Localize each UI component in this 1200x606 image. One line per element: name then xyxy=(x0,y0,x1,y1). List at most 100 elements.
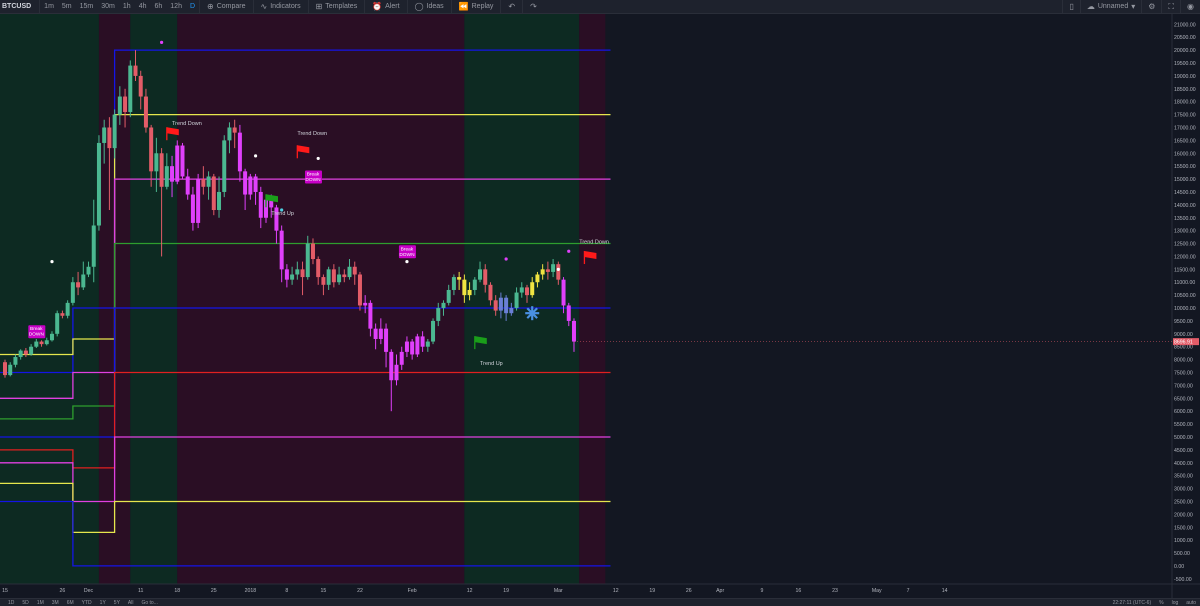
interval-5m[interactable]: 5m xyxy=(58,3,76,10)
templates-button[interactable]: ⊞ Templates xyxy=(307,0,365,13)
candle-body xyxy=(164,166,169,187)
candle-body xyxy=(509,308,514,314)
undo-button[interactable]: ↶ xyxy=(500,0,522,13)
signal-dot xyxy=(316,156,320,161)
gear-icon: ⚙ xyxy=(1148,2,1156,11)
candle-body xyxy=(248,176,253,195)
price-tick-label: 5500.00 xyxy=(1174,422,1193,428)
price-tick-label: 4000.00 xyxy=(1174,461,1193,467)
candle-body xyxy=(399,351,404,365)
interval-15m[interactable]: 15m xyxy=(76,3,98,10)
candle xyxy=(415,333,420,358)
trend-label: Trend Up xyxy=(480,361,503,367)
candle-body xyxy=(446,289,451,303)
candle-body xyxy=(190,194,195,223)
price-tick-label: 9500.00 xyxy=(1174,319,1193,325)
time-tick-label: Dec xyxy=(84,588,94,594)
replay-label: Replay xyxy=(471,3,494,10)
interval-d[interactable]: D xyxy=(186,3,199,10)
interval-1h[interactable]: 1h xyxy=(119,3,135,10)
time-tick-label: 26 xyxy=(686,588,692,594)
candle-body xyxy=(566,305,571,321)
indicators-button[interactable]: ∿ Indicators xyxy=(252,0,308,13)
interval-12h[interactable]: 12h xyxy=(166,3,186,10)
candle-body xyxy=(185,176,190,195)
settings-button[interactable]: ⚙ xyxy=(1141,0,1161,13)
ideas-button[interactable]: ◯ Ideas xyxy=(406,0,451,13)
interval-6h[interactable]: 6h xyxy=(150,3,166,10)
candle-body xyxy=(300,269,305,278)
cloud-icon: ☁ xyxy=(1086,2,1095,11)
background-band-pink xyxy=(579,14,606,584)
time-tick-label: May xyxy=(872,588,882,594)
candle-body xyxy=(49,333,54,341)
redo-button[interactable]: ↷ xyxy=(522,0,544,13)
candle-body xyxy=(222,140,227,192)
interval-selector: 1m 5m 15m 30m 1h 4h 6h 12h D xyxy=(40,0,199,13)
candle xyxy=(357,271,362,311)
camera-icon: ◉ xyxy=(1187,2,1194,11)
time-tick-label: 23 xyxy=(832,588,838,594)
candle-body xyxy=(540,269,545,275)
time-tick-label: 15 xyxy=(2,588,8,594)
candle-body xyxy=(290,274,295,280)
candle-body xyxy=(498,297,503,311)
time-tick-label: 19 xyxy=(649,588,655,594)
candle-body xyxy=(65,302,70,316)
time-tick-label: 18 xyxy=(174,588,180,594)
time-tick-label: 2018 xyxy=(245,588,257,594)
candle-body xyxy=(519,287,524,293)
candle-body xyxy=(170,166,175,182)
candle-body xyxy=(13,357,18,365)
candle-body xyxy=(347,266,352,278)
price-tick-label: 21000.00 xyxy=(1174,22,1196,28)
time-tick-label: Feb xyxy=(408,588,417,594)
top-toolbar: BTCUSD 1m 5m 15m 30m 1h 4h 6h 12h D ⊕ Compare ∿ In… xyxy=(0,0,1200,14)
candle-body xyxy=(201,179,206,187)
candle-body xyxy=(441,302,446,309)
interval-1m[interactable]: 1m xyxy=(40,3,58,10)
candle-body xyxy=(451,277,456,290)
candle-body xyxy=(561,279,566,306)
candle-body xyxy=(404,341,409,352)
compare-plus-icon: ⊕ xyxy=(207,2,214,11)
price-tick-label: 13500.00 xyxy=(1174,216,1196,222)
price-tick-label: 8000.00 xyxy=(1174,358,1193,364)
candle-body xyxy=(420,336,425,347)
compare-button[interactable]: ⊕ Compare xyxy=(199,0,253,13)
price-tick-label: 500.00 xyxy=(1174,551,1190,557)
alert-button[interactable]: ⏰ Alert xyxy=(364,0,406,13)
candle-body xyxy=(76,282,81,288)
symbol-search[interactable]: BTCUSD xyxy=(0,0,41,13)
price-tick-label: 6500.00 xyxy=(1174,396,1193,402)
interval-30m[interactable]: 30m xyxy=(97,3,119,10)
cloud-save-button[interactable]: ☁ Unnamed ▾ xyxy=(1079,0,1141,13)
candle xyxy=(196,173,201,229)
candle-body xyxy=(321,277,326,285)
break-down-text: Break xyxy=(401,246,414,252)
candle-body xyxy=(378,328,383,339)
candle xyxy=(175,140,180,185)
replay-button[interactable]: ⏪ Replay xyxy=(450,0,501,13)
candle-body xyxy=(8,364,13,376)
snapshot-button[interactable]: ◉ xyxy=(1180,0,1200,13)
candle xyxy=(96,135,101,231)
price-tick-label: 7500.00 xyxy=(1174,371,1193,377)
break-down-text: DOWN xyxy=(305,177,321,183)
fullscreen-button[interactable]: ⛶ xyxy=(1161,0,1180,13)
candle-body xyxy=(102,127,107,143)
price-chart[interactable]: Trend Down Trend Up Trend Down Trend Down Tr… xyxy=(0,14,1200,598)
candle-body xyxy=(284,269,289,280)
candle-body xyxy=(310,243,315,260)
candle xyxy=(180,142,185,180)
layout-grid-button[interactable]: ▯ xyxy=(1062,0,1079,13)
candle-body xyxy=(23,350,28,355)
candle-body xyxy=(316,259,321,278)
candle-body xyxy=(128,65,133,113)
interval-4h[interactable]: 4h xyxy=(135,3,151,10)
time-tick-label: 11 xyxy=(138,588,143,594)
candle-body xyxy=(504,297,509,314)
candle-body xyxy=(415,336,420,355)
price-tick-label: 3000.00 xyxy=(1174,487,1193,493)
candle-body xyxy=(55,313,60,334)
